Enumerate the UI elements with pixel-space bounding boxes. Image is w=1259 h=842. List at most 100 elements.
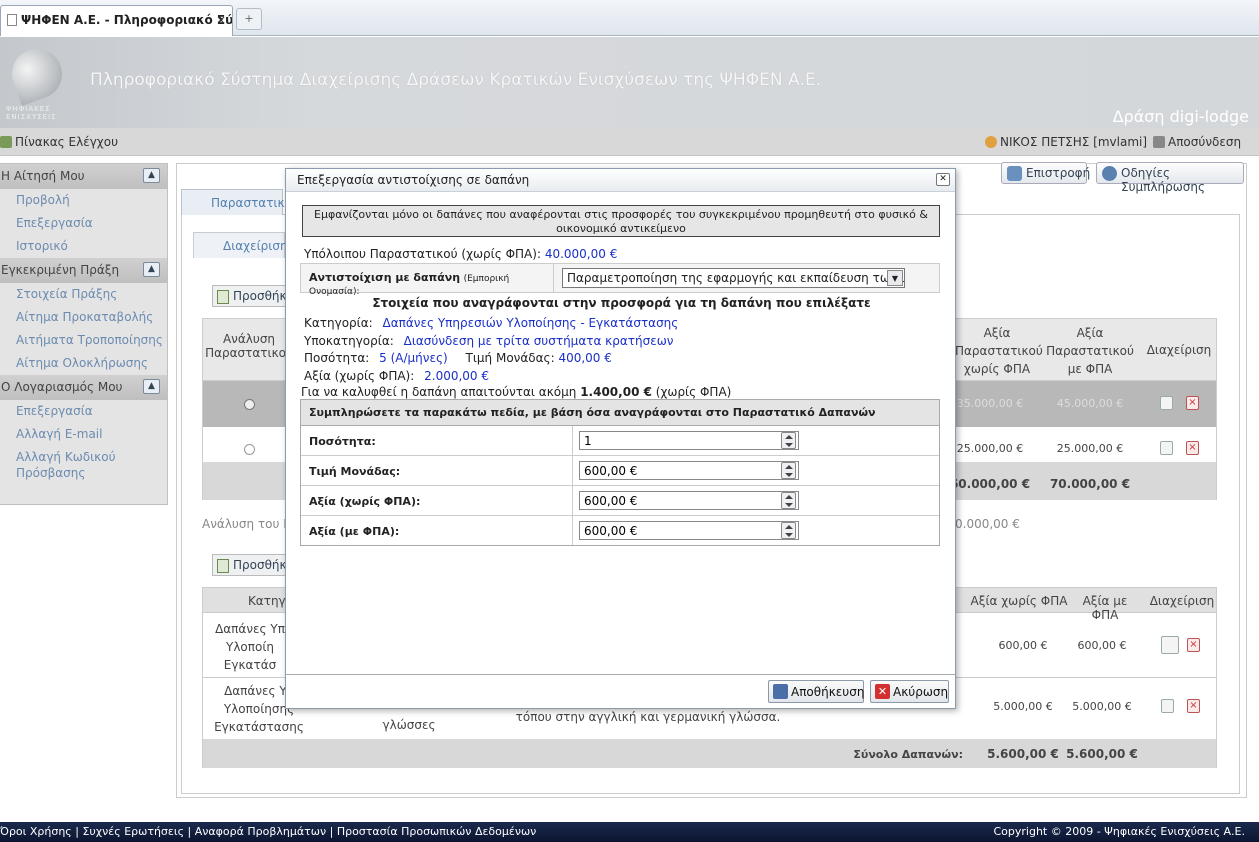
add-icon: [217, 559, 229, 573]
dashboard-icon: [0, 136, 12, 148]
add-icon: [217, 290, 229, 304]
footer-separator: |: [187, 825, 192, 838]
new-tab-button[interactable]: +: [236, 8, 262, 30]
help-icon: [1102, 166, 1117, 181]
expense-mapping-dialog: Επεξεργασία αντιστοίχισης σε δαπάνη ✕ Εμ…: [285, 168, 956, 709]
remaining-coverage-text: Για να καλυφθεί η δαπάνη απαιτούνται ακό…: [301, 385, 577, 399]
sidebar-section-my-application[interactable]: Η Αίτησή Μου ▲: [0, 164, 167, 189]
cancel-icon: ✕: [875, 684, 890, 699]
sidebar-item-change-email[interactable]: Αλλαγή E-mail: [0, 423, 167, 446]
value-no-vat-stepper[interactable]: [781, 492, 796, 509]
back-button[interactable]: Επιστροφή: [1001, 162, 1090, 184]
save-button[interactable]: Αποθήκευση: [768, 680, 864, 703]
row-radio[interactable]: [244, 399, 255, 410]
row-value-no-vat: 25.000,00 €: [956, 442, 1024, 455]
row-radio[interactable]: [244, 444, 255, 455]
chevron-down-icon[interactable]: ▼: [887, 270, 903, 286]
row-value-with-vat: 5.000,00 €: [1072, 700, 1132, 713]
edit-icon[interactable]: [1161, 636, 1179, 654]
footer-link-privacy[interactable]: Προστασία Προσωπικών Δεδομένων: [337, 825, 537, 838]
analysis-label: Ανάλυση του Π: [202, 517, 293, 531]
copyright: Copyright © 2009 - Ψηφιακές Ενισχύσεις Α…: [993, 825, 1245, 838]
row-value-with-vat: 25.000,00 €: [1056, 442, 1124, 455]
sidebar-item-modification-requests[interactable]: Αιτήματα Τροποποίησης: [0, 329, 167, 352]
delete-icon[interactable]: ×: [1186, 396, 1199, 410]
category-label: Κατηγορία:: [304, 316, 373, 330]
offer-unit-price-value: 400,00 €: [558, 351, 612, 365]
offer-value-value: 2.000,00 €: [424, 369, 490, 383]
back-icon: [1007, 166, 1022, 181]
form-row-quantity: Ποσότητα:: [301, 426, 939, 456]
add-expense-button[interactable]: Προσθήκη: [212, 554, 294, 576]
offer-value-row: Αξία (χωρίς ΦΠΑ): 2.000,00 €: [304, 369, 489, 383]
sidebar: Η Αίτησή Μου ▲ Προβολή Επεξεργασία Ιστορι…: [0, 163, 168, 505]
site-title: Πληροφοριακό Σύστημα Διαχείρισης Δράσεων…: [90, 70, 822, 90]
sidebar-item-change-password[interactable]: Αλλαγή Κωδικού Πρόσβασης: [0, 446, 167, 485]
edit-icon[interactable]: [1160, 396, 1173, 410]
sidebar-section-my-account[interactable]: Ο Λογαριασμός Μου ▲: [0, 375, 167, 400]
sidebar-item-history[interactable]: Ιστορικό: [0, 235, 167, 258]
dialog-title: Επεξεργασία αντιστοίχισης σε δαπάνη: [297, 173, 530, 187]
browser-tab[interactable]: ΨΗΦΕΝ Α.Ε. - Πληροφοριακό Σύστη... ×: [0, 5, 233, 36]
sidebar-item-view[interactable]: Προβολή: [0, 189, 167, 212]
site-logo[interactable]: ΨΗΦΙΑΚΕΣ ΕΝΙΣΧΥΣΕΙΣ: [4, 41, 70, 121]
delete-icon[interactable]: ×: [1186, 441, 1199, 455]
offer-unit-price-label: Τιμή Μονάδας:: [465, 351, 555, 365]
form-row-value-with-vat: Αξία (με ΦΠΑ):: [301, 516, 939, 545]
tab-management[interactable]: Διαχείριση: [193, 232, 288, 258]
expenses-total-no-vat: 5.600,00 €: [987, 747, 1059, 761]
close-tab-icon[interactable]: ×: [216, 13, 226, 27]
delete-icon[interactable]: ×: [1187, 638, 1200, 652]
mapping-label: Αντιστοίχιση με δαπάνη: [309, 271, 461, 284]
row-description: τόπου στην αγγλική και γερμανική γλώσσα.: [515, 710, 781, 724]
sidebar-item-completion-request[interactable]: Αίτημα Ολοκλήρωσης: [0, 352, 167, 375]
delete-icon[interactable]: ×: [1187, 699, 1200, 713]
quantity-stepper[interactable]: [781, 432, 796, 449]
sidebar-section-approved-project[interactable]: Εγκεκριμένη Πράξη ▲: [0, 258, 167, 283]
sidebar-item-project-details[interactable]: Στοιχεία Πράξης: [0, 283, 167, 306]
analysis-value: 0.000,00 €: [955, 517, 1020, 531]
top-navigation: Πίνακας Ελέγχου ΝΙΚΟΣ ΠΕΤΣΗΣ [mvlami] Απ…: [0, 128, 1259, 156]
subcategory-value: Διασύνδεση με τρίτα συστήματα κρατήσεων: [403, 334, 674, 348]
table-header: Αξία Παραστατικού χωρίς ΦΠΑ: [955, 326, 1043, 376]
logout-link[interactable]: Αποσύνδεση: [1153, 135, 1241, 149]
dialog-notice: Εμφανίζονται μόνο οι δαπάνες που αναφέρο…: [302, 205, 940, 237]
edit-icon[interactable]: [1161, 699, 1174, 713]
tab-invoices[interactable]: Παραστατικά: [181, 189, 292, 215]
subcategory-label: Υποκατηγορία:: [304, 334, 394, 348]
form-row-value-no-vat: Αξία (χωρίς ΦΠΑ):: [301, 486, 939, 516]
edit-icon[interactable]: [1160, 441, 1173, 455]
offer-heading: Στοιχεία που αναγράφονται στην προσφορά …: [372, 296, 871, 310]
footer-link-faq[interactable]: Συχνές Ερωτήσεις: [82, 825, 184, 838]
sidebar-item-edit[interactable]: Επεξεργασία: [0, 212, 167, 235]
row-value-no-vat: 35.000,00 €: [956, 397, 1024, 410]
form-row-unit-price: Τιμή Μονάδας:: [301, 456, 939, 486]
expense-select[interactable]: Παραμετροποίηση της εφαρμογής και εκπαίδ…: [562, 268, 905, 288]
unit-price-stepper[interactable]: [781, 462, 796, 479]
table-header: Ανάλυση Παραστατικού: [205, 332, 293, 360]
footer-link-report-problems[interactable]: Αναφορά Προβλημάτων: [195, 825, 326, 838]
value-with-vat-field-label: Αξία (με ΦΠΑ):: [301, 516, 573, 545]
row-value-with-vat: 600,00 €: [1077, 639, 1127, 652]
value-with-vat-field[interactable]: [579, 521, 799, 540]
footer-link-terms[interactable]: Όροι Χρήσης: [0, 825, 72, 838]
logout-icon: [1153, 136, 1165, 148]
collapse-icon[interactable]: ▲: [143, 379, 160, 394]
sidebar-item-account-edit[interactable]: Επεξεργασία: [0, 400, 167, 423]
close-icon[interactable]: ✕: [936, 173, 950, 186]
add-invoice-button[interactable]: Προσθήκη: [212, 285, 294, 307]
collapse-icon[interactable]: ▲: [143, 262, 160, 277]
help-button[interactable]: Οδηγίες Συμπλήρωσης: [1096, 162, 1244, 194]
table-header: Διαχείριση: [1146, 343, 1212, 357]
cancel-button[interactable]: ✕ Ακύρωση: [870, 680, 949, 703]
value-with-vat-stepper[interactable]: [781, 522, 796, 539]
collapse-icon[interactable]: ▲: [143, 168, 160, 183]
sidebar-item-advance-request[interactable]: Αίτημα Προκαταβολής: [0, 306, 167, 329]
row-value-no-vat: 600,00 €: [998, 639, 1048, 652]
unit-price-field[interactable]: [579, 461, 799, 480]
quantity-field[interactable]: [579, 431, 799, 450]
dashboard-link[interactable]: Πίνακας Ελέγχου: [0, 135, 118, 149]
table-header: Αξία με ΦΠΑ: [1082, 594, 1128, 622]
value-no-vat-field[interactable]: [579, 491, 799, 510]
row-subcategory: γλώσσες: [382, 718, 436, 732]
